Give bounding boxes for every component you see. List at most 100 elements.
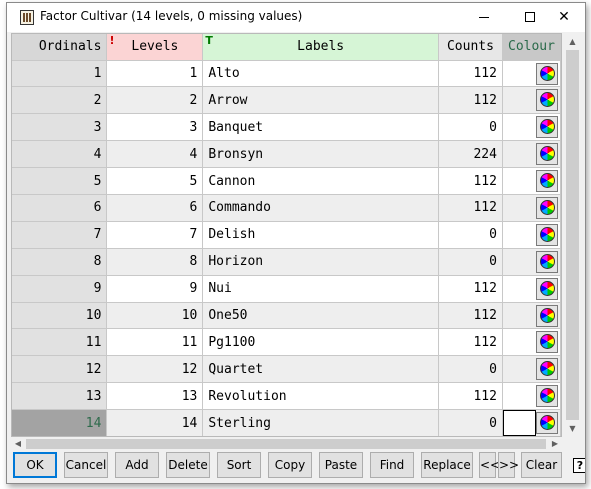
colour-picker-button[interactable] <box>536 250 558 273</box>
colour-picker-button[interactable] <box>536 331 558 354</box>
add-button[interactable]: Add <box>115 452 159 478</box>
levels-grid[interactable]: Ordinals ! Levels T Labels Counts Colour… <box>11 33 562 437</box>
label-cell[interactable]: Sterling <box>202 409 439 436</box>
table-row[interactable]: 11 11 Pg1100 112 <box>12 328 561 357</box>
colour-cell[interactable] <box>502 382 561 411</box>
previous-button[interactable]: << <box>479 452 500 478</box>
colour-picker-button[interactable] <box>536 196 558 219</box>
label-cell[interactable]: Cannon <box>202 167 439 195</box>
count-cell[interactable]: 112 <box>438 60 503 88</box>
ordinal-cell[interactable]: 1 <box>12 60 108 88</box>
colour-picker-button[interactable] <box>536 62 558 85</box>
horizontal-scrollbar[interactable]: ◀ ▶ <box>11 437 562 451</box>
ordinal-cell[interactable]: 12 <box>12 355 108 384</box>
level-cell[interactable]: 9 <box>106 275 204 303</box>
ordinal-cell[interactable]: 8 <box>12 248 108 276</box>
ordinals-header[interactable]: Ordinals <box>12 34 108 61</box>
label-cell[interactable]: Horizon <box>202 248 439 276</box>
count-cell[interactable]: 112 <box>438 167 503 195</box>
table-row[interactable]: 13 13 Revolution 112 <box>12 382 561 411</box>
label-cell[interactable]: One50 <box>202 302 439 330</box>
count-cell[interactable]: 112 <box>438 302 503 330</box>
level-cell[interactable]: 3 <box>106 113 204 142</box>
colour-picker-button[interactable] <box>536 116 558 139</box>
level-cell[interactable]: 13 <box>106 382 204 411</box>
table-row[interactable]: 7 7 Delish 0 <box>12 221 561 249</box>
next-button[interactable]: >> <box>498 452 519 478</box>
level-cell[interactable]: 14 <box>106 409 204 436</box>
horizontal-scroll-thumb[interactable] <box>26 439 546 449</box>
colour-cell[interactable] <box>502 86 561 115</box>
counts-header[interactable]: Counts <box>438 34 503 61</box>
ordinal-cell[interactable]: 11 <box>12 328 108 357</box>
count-cell[interactable]: 0 <box>438 221 503 249</box>
colour-cell[interactable] <box>502 113 561 142</box>
level-cell[interactable]: 6 <box>106 194 204 222</box>
replace-button[interactable]: Replace <box>421 452 473 478</box>
delete-button[interactable]: Delete <box>166 452 210 478</box>
labels-header[interactable]: T Labels <box>202 34 439 61</box>
ordinal-cell[interactable]: 3 <box>12 113 108 142</box>
level-cell[interactable]: 12 <box>106 355 204 384</box>
clear-button[interactable]: Clear <box>521 452 562 478</box>
table-row[interactable]: 9 9 Nui 112 <box>12 275 561 303</box>
table-row[interactable]: 14 14 Sterling 0 <box>12 409 561 436</box>
colour-cell[interactable] <box>502 60 561 88</box>
vertical-scrollbar[interactable]: ▲ ▼ <box>564 33 581 437</box>
colour-cell[interactable] <box>502 140 561 169</box>
colour-picker-button[interactable] <box>536 358 558 381</box>
scroll-up-icon[interactable]: ▲ <box>564 33 581 50</box>
colour-picker-button[interactable] <box>536 223 558 246</box>
ordinal-cell[interactable]: 13 <box>12 382 108 411</box>
colour-picker-button[interactable] <box>536 385 558 408</box>
scroll-down-icon[interactable]: ▼ <box>564 420 581 437</box>
table-row[interactable]: 5 5 Cannon 112 <box>12 167 561 195</box>
colour-picker-button[interactable] <box>536 143 558 166</box>
colour-picker-button[interactable] <box>536 170 558 193</box>
count-cell[interactable]: 112 <box>438 275 503 303</box>
colour-cell[interactable] <box>502 248 561 276</box>
label-cell[interactable]: Revolution <box>202 382 439 411</box>
label-cell[interactable]: Nui <box>202 275 439 303</box>
colour-cell[interactable] <box>502 167 561 195</box>
count-cell[interactable]: 224 <box>438 140 503 169</box>
ordinal-cell[interactable]: 7 <box>12 221 108 249</box>
colour-cell[interactable] <box>502 355 561 384</box>
ordinal-cell[interactable]: 4 <box>12 140 108 169</box>
count-cell[interactable]: 112 <box>438 382 503 411</box>
ordinal-cell[interactable]: 6 <box>12 194 108 222</box>
find-button[interactable]: Find <box>370 452 414 478</box>
count-cell[interactable]: 112 <box>438 86 503 115</box>
table-row[interactable]: 10 10 One50 112 <box>12 302 561 330</box>
close-button[interactable]: ✕ <box>541 3 585 32</box>
colour-header[interactable]: Colour <box>502 34 561 61</box>
colour-cell[interactable] <box>502 221 561 249</box>
ordinal-cell[interactable]: 14 <box>12 409 108 436</box>
colour-cell[interactable] <box>502 302 561 330</box>
label-cell[interactable]: Bronsyn <box>202 140 439 169</box>
scroll-left-icon[interactable]: ◀ <box>11 437 25 451</box>
label-cell[interactable]: Banquet <box>202 113 439 142</box>
paste-button[interactable]: Paste <box>319 452 363 478</box>
count-cell[interactable]: 0 <box>438 248 503 276</box>
levels-header[interactable]: ! Levels <box>106 34 204 61</box>
label-cell[interactable]: Delish <box>202 221 439 249</box>
count-cell[interactable]: 0 <box>438 113 503 142</box>
cancel-button[interactable]: Cancel <box>64 452 108 478</box>
label-cell[interactable]: Alto <box>202 60 439 88</box>
label-cell[interactable]: Commando <box>202 194 439 222</box>
ordinal-cell[interactable]: 10 <box>12 302 108 330</box>
label-cell[interactable]: Arrow <box>202 86 439 115</box>
count-cell[interactable]: 0 <box>438 409 503 436</box>
table-row[interactable]: 2 2 Arrow 112 <box>12 86 561 115</box>
colour-cell[interactable] <box>502 194 561 222</box>
level-cell[interactable]: 10 <box>106 302 204 330</box>
count-cell[interactable]: 0 <box>438 355 503 384</box>
level-cell[interactable]: 8 <box>106 248 204 276</box>
ordinal-cell[interactable]: 9 <box>12 275 108 303</box>
table-row[interactable]: 12 12 Quartet 0 <box>12 355 561 384</box>
colour-picker-button[interactable] <box>536 412 558 435</box>
colour-cell[interactable] <box>502 275 561 303</box>
minimize-button[interactable] <box>461 3 507 32</box>
level-cell[interactable]: 7 <box>106 221 204 249</box>
